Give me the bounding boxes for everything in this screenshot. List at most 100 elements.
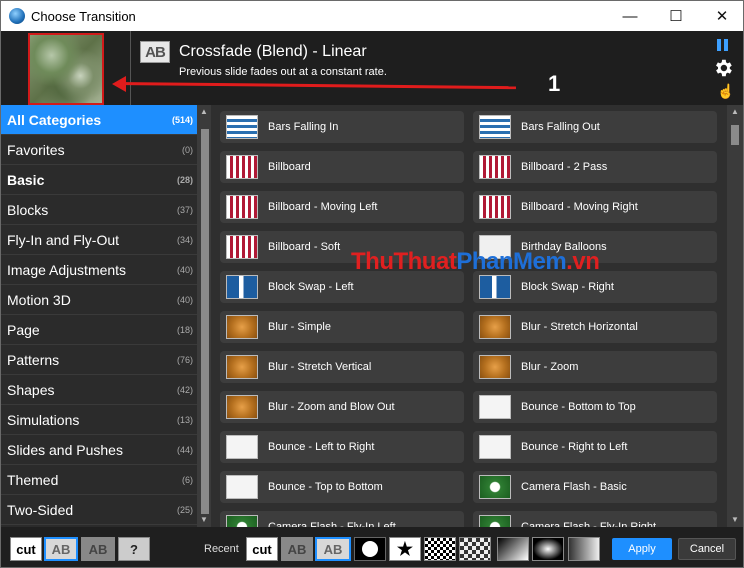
blockswap-icon: [479, 275, 511, 299]
cut-button[interactable]: cut: [10, 537, 42, 561]
recent-label: Recent: [204, 543, 239, 555]
transition-label: Billboard - 2 Pass: [521, 161, 608, 173]
transition-label: Billboard - Moving Right: [521, 201, 638, 213]
category-label: Basic: [7, 171, 45, 188]
recent-wipe-button[interactable]: [568, 537, 600, 561]
bars-icon: [226, 115, 258, 139]
category-item[interactable]: Fly-In and Fly-Out (34): [1, 225, 197, 255]
transition-tile[interactable]: Billboard - Moving Right: [473, 191, 717, 223]
category-item[interactable]: Simulations (13): [1, 405, 197, 435]
minimize-button[interactable]: —: [607, 1, 653, 31]
crossfade-button[interactable]: AB: [44, 537, 78, 561]
transition-label: Billboard - Soft: [268, 241, 341, 253]
scroll-up-icon[interactable]: ▲: [198, 107, 210, 117]
billboard-icon: [226, 195, 258, 219]
category-label: Blocks: [7, 201, 49, 218]
category-label: Slides and Pushes: [7, 441, 123, 458]
transition-label: Billboard - Moving Left: [268, 201, 378, 213]
transition-tile[interactable]: Billboard - Moving Left: [220, 191, 464, 223]
transition-tile[interactable]: Blur - Zoom and Blow Out: [220, 391, 464, 423]
annotation-arrow: [118, 82, 516, 90]
category-item[interactable]: Two-Sided (25): [1, 495, 197, 525]
transition-tile[interactable]: Camera Flash - Fly-In Right: [473, 511, 717, 527]
category-item[interactable]: All Categories (514): [1, 105, 197, 135]
gear-icon[interactable]: [712, 57, 734, 79]
category-count: (42): [176, 384, 193, 395]
watermark: ThuThuatPhanMem.vn: [351, 248, 600, 275]
category-scrollbar-thumb[interactable]: [201, 129, 209, 514]
recent-checker2-button[interactable]: [459, 537, 491, 561]
cancel-button[interactable]: Cancel: [678, 538, 736, 560]
category-item[interactable]: Page (18): [1, 315, 197, 345]
category-item[interactable]: Favorites (0): [1, 135, 197, 165]
category-label: Simulations: [7, 411, 80, 428]
transition-label: Blur - Stretch Vertical: [268, 361, 372, 373]
category-item[interactable]: Blocks (37): [1, 195, 197, 225]
transition-label: Billboard: [268, 161, 311, 173]
transition-tile[interactable]: Billboard: [220, 151, 464, 183]
transition-tile[interactable]: Bounce - Left to Right: [220, 431, 464, 463]
category-label: Image Adjustments: [7, 261, 127, 278]
annotation-number: 1: [548, 71, 561, 96]
transition-label: Block Swap - Right: [521, 281, 614, 293]
title-bar: Choose Transition — ☐ ✕: [1, 1, 743, 31]
category-item[interactable]: Motion 3D (40): [1, 285, 197, 315]
camera-icon: [226, 515, 258, 527]
scroll-down-icon[interactable]: ▼: [198, 515, 210, 525]
grid-scroll-up-icon[interactable]: ▲: [729, 107, 741, 117]
transition-label: Camera Flash - Basic: [521, 481, 627, 493]
category-item[interactable]: Basic (28): [1, 165, 197, 195]
recent-ab-selected-button[interactable]: AB: [315, 537, 351, 561]
choose-transition-window: Choose Transition — ☐ ✕ AB Crossfade (Bl…: [0, 0, 744, 568]
blur-icon: [226, 315, 258, 339]
category-item[interactable]: Slides and Pushes (44): [1, 435, 197, 465]
random-ab-button[interactable]: AB: [81, 537, 115, 561]
bounce-icon: [479, 435, 511, 459]
category-count: (514): [171, 114, 193, 125]
apply-button[interactable]: Apply: [612, 538, 672, 560]
recent-circle-button[interactable]: [354, 537, 386, 561]
random-transition-button[interactable]: ?: [118, 537, 150, 561]
transition-tile[interactable]: Bounce - Top to Bottom: [220, 471, 464, 503]
category-count: (25): [176, 504, 193, 515]
maximize-button[interactable]: ☐: [653, 1, 699, 31]
recent-star-button[interactable]: ★: [389, 537, 421, 561]
transition-label: Bounce - Bottom to Top: [521, 401, 636, 413]
transition-tile[interactable]: Bounce - Bottom to Top: [473, 391, 717, 423]
transition-tile[interactable]: Bars Falling In: [220, 111, 464, 143]
blur-icon: [226, 355, 258, 379]
transition-scrollbar-thumb[interactable]: [731, 125, 739, 145]
blur-icon: [226, 395, 258, 419]
recent-radial-button[interactable]: [532, 537, 564, 561]
preview-thumbnail[interactable]: [28, 33, 104, 105]
transition-tile[interactable]: Blur - Stretch Vertical: [220, 351, 464, 383]
transition-tile[interactable]: Bars Falling Out: [473, 111, 717, 143]
header-divider: [130, 31, 131, 105]
pause-icon[interactable]: [717, 39, 729, 51]
category-item[interactable]: Shapes (42): [1, 375, 197, 405]
transition-label: Bounce - Left to Right: [268, 441, 375, 453]
recent-gradient-button[interactable]: [497, 537, 529, 561]
close-button[interactable]: ✕: [699, 1, 744, 31]
bounce-icon: [479, 395, 511, 419]
recent-cut-button[interactable]: cut: [246, 537, 278, 561]
transition-scrollbar[interactable]: [727, 105, 743, 527]
transition-tile[interactable]: Blur - Simple: [220, 311, 464, 343]
category-item[interactable]: Patterns (76): [1, 345, 197, 375]
transition-label: Blur - Zoom: [521, 361, 579, 373]
window-title: Choose Transition: [31, 9, 136, 24]
transition-description: Previous slide fades out at a constant r…: [179, 66, 387, 78]
transition-tile[interactable]: Camera Flash - Fly-In Left: [220, 511, 464, 527]
transition-tile[interactable]: Blur - Stretch Horizontal: [473, 311, 717, 343]
category-item[interactable]: Image Adjustments (40): [1, 255, 197, 285]
transition-tile[interactable]: Billboard - 2 Pass: [473, 151, 717, 183]
recent-ab-gray-button[interactable]: AB: [281, 537, 313, 561]
grid-scroll-down-icon[interactable]: ▼: [729, 515, 741, 525]
category-list: All Categories (514) Favorites (0) Basic (28)…: [1, 105, 197, 527]
category-item[interactable]: Themed (6): [1, 465, 197, 495]
transition-tile[interactable]: Camera Flash - Basic: [473, 471, 717, 503]
recent-checker-button[interactable]: [424, 537, 456, 561]
category-label: Favorites: [7, 141, 65, 158]
transition-tile[interactable]: Blur - Zoom: [473, 351, 717, 383]
transition-tile[interactable]: Bounce - Right to Left: [473, 431, 717, 463]
